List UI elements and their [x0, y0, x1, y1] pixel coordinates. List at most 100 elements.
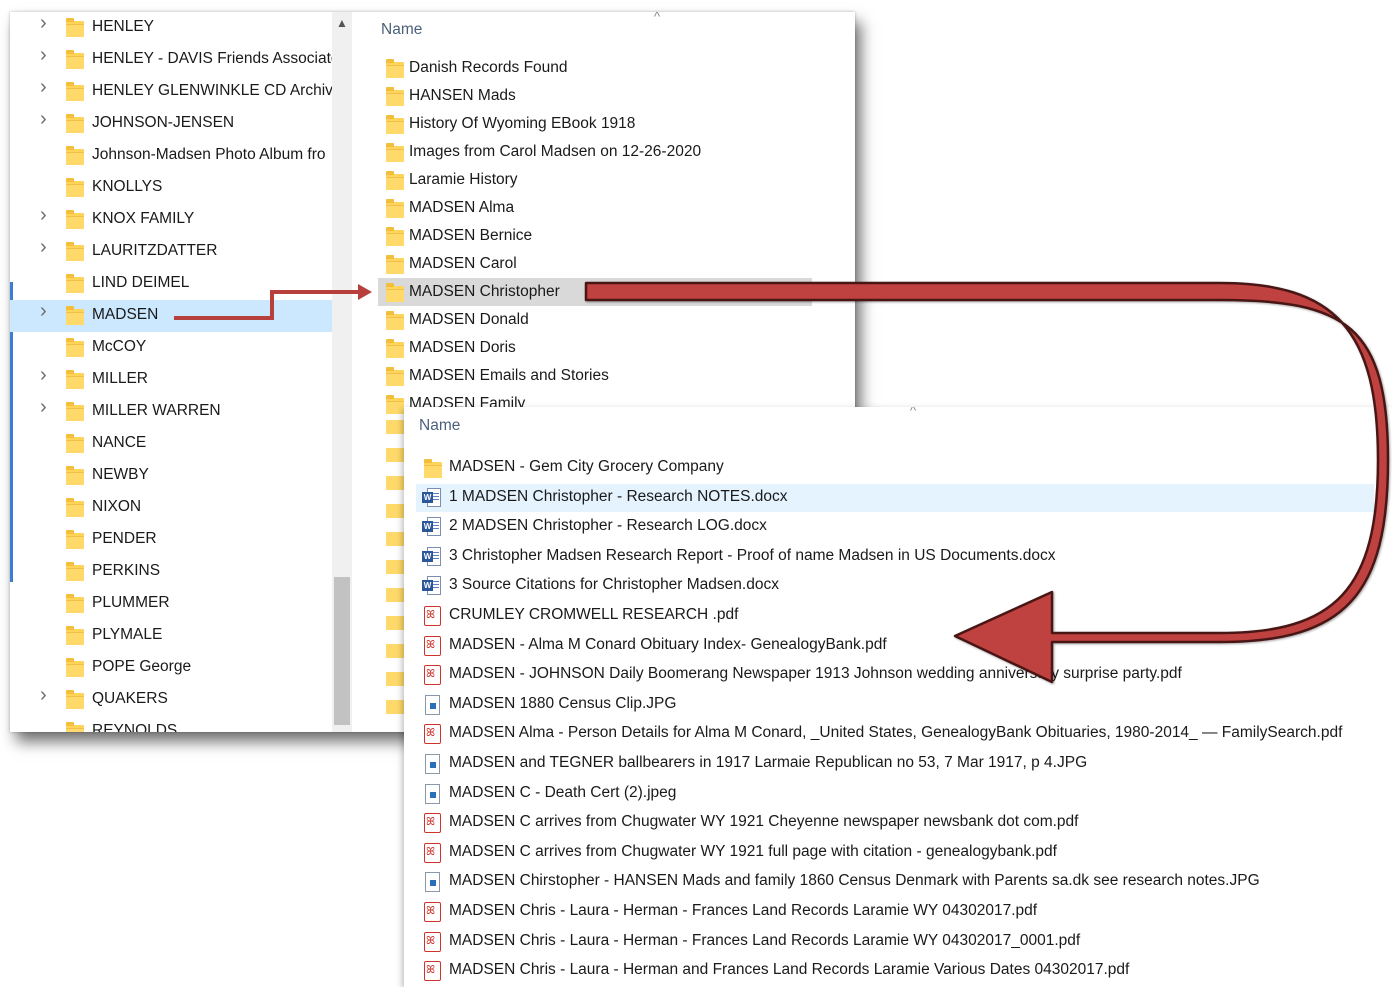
pdf-icon	[424, 635, 441, 656]
chevron-right-icon[interactable]: ›	[40, 397, 52, 417]
file-list-item[interactable]: MADSEN Alma - Person Details for Alma M …	[416, 720, 1374, 748]
folder-item-label: History Of Wyoming EBook 1918	[409, 115, 636, 132]
folder-icon	[386, 420, 404, 434]
chevron-right-icon[interactable]: ›	[40, 13, 52, 33]
tree-item[interactable]: › MILLER	[10, 364, 332, 396]
file-list-item[interactable]: MADSEN Chris - Laura - Herman - Frances …	[416, 928, 1374, 956]
file-list-item[interactable]: MADSEN C - Death Cert (2).jpeg	[416, 780, 1374, 808]
tree-item-label: MILLER WARREN	[92, 402, 221, 419]
word-doc-icon: W	[422, 487, 441, 508]
file-list-item[interactable]: W 3 Christopher Madsen Research Report - …	[416, 543, 1374, 571]
folder-icon	[386, 700, 404, 714]
folder-icon	[386, 59, 404, 78]
file-name-label: MADSEN - Gem City Grocery Company	[449, 458, 724, 475]
file-list-item[interactable]: CRUMLEY CROMWELL RESEARCH .pdf	[416, 602, 1374, 630]
tree-item[interactable]: PLUMMER	[10, 588, 332, 620]
tree-item[interactable]: › MILLER WARREN	[10, 396, 332, 428]
chevron-right-icon[interactable]: ›	[40, 301, 52, 321]
chevron-right-icon[interactable]: ›	[40, 205, 52, 225]
chevron-right-icon[interactable]: ›	[40, 685, 52, 705]
nav-scrollbar-thumb[interactable]	[334, 577, 350, 725]
tree-item[interactable]: › LAURITZDATTER	[10, 236, 332, 268]
file-name-label: MADSEN Chris - Laura - Herman - Frances …	[449, 902, 1038, 919]
folder-icon	[386, 255, 404, 274]
chevron-right-icon[interactable]: ›	[40, 109, 52, 129]
folder-icon	[66, 498, 84, 517]
tree-item-label: HENLEY GLENWINKLE CD Archive	[92, 82, 342, 99]
tree-item[interactable]: PENDER	[10, 524, 332, 556]
folder-list-item[interactable]: Laramie History	[378, 166, 812, 194]
folder-item-label: HANSEN Mads	[409, 87, 516, 104]
folder-list-item[interactable]: History Of Wyoming EBook 1918	[378, 110, 812, 138]
folder-list-item[interactable]: MADSEN Donald	[378, 306, 812, 334]
file-list-item[interactable]: MADSEN - Gem City Grocery Company	[416, 454, 1374, 482]
tree-item[interactable]: › JOHNSON-JENSEN	[10, 108, 332, 140]
file-name-label: MADSEN C arrives from Chugwater WY 1921 …	[449, 813, 1079, 831]
folder-icon	[66, 370, 84, 389]
folder-icon	[386, 616, 404, 630]
folder-list-item[interactable]: Danish Records Found	[378, 54, 812, 82]
tree-item[interactable]: › HENLEY GLENWINKLE CD Archive	[10, 76, 342, 108]
tree-item[interactable]: McCOY	[10, 332, 332, 364]
folder-list-item[interactable]: MADSEN Emails and Stories	[378, 362, 812, 390]
tree-item[interactable]: PLYMALE	[10, 620, 332, 652]
folder-list-item[interactable]: MADSEN Carol	[378, 250, 812, 278]
scroll-up-icon[interactable]: ▲	[336, 16, 348, 30]
folder-icon	[66, 722, 84, 732]
tree-item[interactable]: REYNOLDS	[10, 716, 332, 732]
folder-list-item[interactable]: MADSEN Bernice	[378, 222, 812, 250]
tree-item[interactable]: NANCE	[10, 428, 332, 460]
tree-item[interactable]: LIND DEIMEL	[10, 268, 332, 300]
file-list-item[interactable]: MADSEN and TEGNER ballbearers in 1917 La…	[416, 750, 1374, 778]
tree-item[interactable]: Johnson-Madsen Photo Album fro	[10, 140, 332, 172]
tree-item[interactable]: PERKINS	[10, 556, 332, 588]
file-name-label: CRUMLEY CROMWELL RESEARCH .pdf	[449, 606, 739, 623]
file-name-label: MADSEN - JOHNSON Daily Boomerang Newspap…	[449, 665, 1182, 683]
folder-item-label: MADSEN Donald	[409, 311, 529, 328]
tree-item[interactable]: › KNOX FAMILY	[10, 204, 332, 236]
chevron-right-icon[interactable]: ›	[40, 237, 52, 257]
tree-item[interactable]: › QUAKERS	[10, 684, 332, 716]
file-name-label: MADSEN and TEGNER ballbearers in 1917 La…	[449, 754, 1088, 771]
tree-item[interactable]: › MADSEN	[10, 300, 332, 332]
folder-list-item[interactable]: HANSEN Mads	[378, 82, 812, 110]
file-list-item[interactable]: W 1 MADSEN Christopher - Research NOTES.d…	[416, 483, 1374, 512]
nav-scrollbar[interactable]: ▲	[332, 12, 352, 732]
word-doc-icon: W	[422, 576, 441, 596]
file-list-item[interactable]: MADSEN C arrives from Chugwater WY 1921 …	[416, 839, 1374, 867]
chevron-right-icon[interactable]: ›	[40, 77, 52, 97]
tree-item[interactable]: › HENLEY - DAVIS Friends Associate	[10, 44, 340, 76]
folder-list-item[interactable]: MADSEN Alma	[378, 194, 812, 222]
folder-list-item[interactable]: MADSEN Christopher	[378, 278, 812, 306]
file-name-label: MADSEN Alma - Person Details for Alma M …	[449, 724, 1343, 742]
name-column-header[interactable]: Name	[381, 21, 422, 39]
file-name-label: MADSEN C - Death Cert (2).jpeg	[449, 783, 677, 801]
tree-item[interactable]: KNOLLYS	[10, 172, 332, 204]
file-list-item[interactable]: MADSEN - Alma M Conard Obituary Index- G…	[416, 632, 1374, 660]
chevron-right-icon[interactable]: ›	[40, 365, 52, 385]
file-list-item[interactable]: MADSEN 1880 Census Clip.JPG	[416, 691, 1374, 719]
tree-item[interactable]: POPE George	[10, 652, 332, 684]
file-list-item[interactable]: W 2 MADSEN Christopher - Research LOG.doc…	[416, 513, 1374, 541]
folder-icon	[386, 339, 404, 358]
folder-icon	[66, 274, 84, 293]
tree-item[interactable]: › HENLEY	[10, 12, 332, 44]
file-list-item[interactable]: MADSEN Chirstopher - HANSEN Mads and fam…	[416, 868, 1374, 896]
tree-item[interactable]: NEWBY	[10, 460, 332, 492]
folder-list-item[interactable]: MADSEN Doris	[378, 334, 812, 362]
tree-item[interactable]: NIXON	[10, 492, 332, 524]
file-list-item[interactable]: W 3 Source Citations for Christopher Mads…	[416, 572, 1374, 600]
pdf-icon	[424, 902, 441, 922]
navigation-pane: › HENLEY › HENLEY - DAVIS Friends Associate…	[10, 12, 356, 732]
folder-list-item[interactable]: Images from Carol Madsen on 12-26-2020	[378, 138, 812, 166]
folder-icon	[66, 242, 84, 261]
file-name-label: MADSEN Chirstopher - HANSEN Mads and fam…	[449, 872, 1260, 890]
file-list-item[interactable]: MADSEN C arrives from Chugwater WY 1921 …	[416, 809, 1374, 837]
folder-icon	[386, 532, 404, 546]
folder-icon	[66, 18, 84, 37]
file-list-item[interactable]: MADSEN - JOHNSON Daily Boomerang Newspap…	[416, 661, 1374, 689]
chevron-right-icon[interactable]: ›	[40, 45, 52, 65]
file-list-item[interactable]: MADSEN Chris - Laura - Herman - Frances …	[416, 898, 1374, 926]
name-column-header[interactable]: Name	[419, 417, 460, 435]
file-list-item[interactable]: MADSEN Chris - Laura - Herman and France…	[416, 957, 1374, 985]
